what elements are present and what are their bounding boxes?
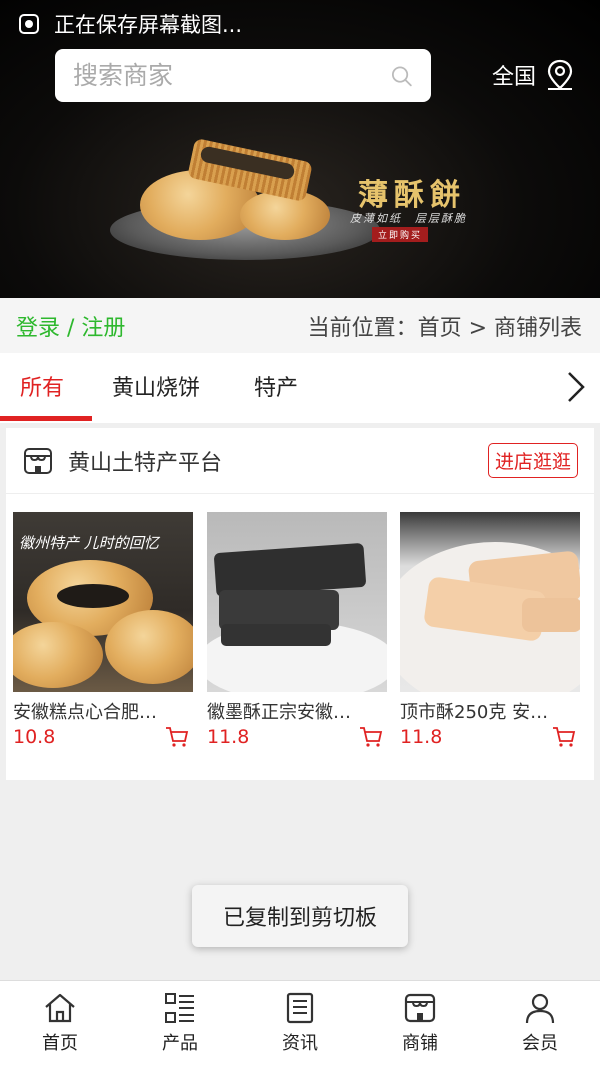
product-cake bbox=[13, 622, 103, 688]
product-item[interactable]: 徽州特产 儿时的回忆 安徽糕点心合肥… 10.8 bbox=[13, 512, 193, 748]
tab-all[interactable]: 所有 bbox=[20, 353, 64, 419]
copied-toast: 已复制到剪切板 bbox=[192, 885, 408, 947]
shop-card: 黄山土特产平台 进店逛逛 徽州特产 儿时的回忆 安徽糕点心合肥… 10.8 徽墨… bbox=[6, 428, 594, 780]
tabbar-products[interactable]: 产品 bbox=[120, 981, 240, 1067]
product-image-caption: 徽州特产 儿时的回忆 bbox=[19, 534, 159, 552]
location-pin-icon bbox=[547, 59, 573, 90]
search-icon[interactable] bbox=[390, 60, 413, 92]
tabbar-label: 产品 bbox=[162, 1033, 198, 1054]
shop-header[interactable]: 黄山土特产平台 进店逛逛 bbox=[6, 428, 594, 494]
user-icon bbox=[525, 993, 555, 1024]
tab-label: 特产 bbox=[254, 376, 299, 401]
cart-icon[interactable] bbox=[165, 726, 189, 748]
tabbar-label: 会员 bbox=[522, 1033, 558, 1054]
search-input[interactable] bbox=[73, 61, 390, 90]
tabbar-member[interactable]: 会员 bbox=[480, 981, 600, 1067]
product-price: 11.8 bbox=[207, 726, 250, 748]
login-register-link[interactable]: 登录 / 注册 bbox=[16, 310, 125, 342]
cart-icon[interactable] bbox=[552, 726, 576, 748]
product-cake-filling bbox=[57, 584, 129, 608]
tab-label: 黄山烧饼 bbox=[112, 376, 201, 401]
tabbar-label: 首页 bbox=[42, 1033, 78, 1054]
tabbar-news[interactable]: 资讯 bbox=[240, 981, 360, 1067]
shop-icon bbox=[404, 993, 436, 1023]
banner-stamp: 立即购买 bbox=[372, 227, 429, 242]
banner-title: 薄酥餅 bbox=[358, 178, 466, 213]
tabbar-label: 商铺 bbox=[402, 1033, 438, 1054]
product-pastry bbox=[522, 598, 580, 632]
product-cake bbox=[105, 610, 193, 684]
tab-label: 所有 bbox=[20, 376, 65, 401]
tabbar-home[interactable]: 首页 bbox=[0, 981, 120, 1067]
product-item[interactable]: 顶市酥250克 安… 11.8 bbox=[400, 512, 580, 748]
product-cake-block bbox=[221, 624, 331, 646]
cart-icon[interactable] bbox=[359, 726, 383, 748]
active-tab-indicator bbox=[0, 416, 92, 421]
breadcrumb-bar: 登录 / 注册 当前位置：首页 > 商铺列表 bbox=[0, 298, 600, 353]
chevron-right-icon[interactable] bbox=[560, 370, 590, 404]
bottom-tab-bar: 首页 产品 资讯 商铺 会员 bbox=[0, 980, 600, 1067]
breadcrumb: 当前位置：首页 > 商铺列表 bbox=[307, 315, 582, 341]
tabbar-shops[interactable]: 商铺 bbox=[360, 981, 480, 1067]
region-selector[interactable]: 全国 bbox=[492, 58, 576, 92]
product-title[interactable]: 徽墨酥正宗安徽… bbox=[207, 698, 387, 724]
search-box[interactable] bbox=[55, 49, 431, 102]
product-title[interactable]: 安徽糕点心合肥… bbox=[13, 698, 193, 724]
product-image[interactable] bbox=[207, 512, 387, 692]
screenshot-icon bbox=[19, 14, 39, 34]
shop-name: 黄山土特产平台 bbox=[68, 450, 223, 476]
banner-subtitle: 皮薄如纸 层层酥脆 bbox=[350, 212, 467, 225]
region-label: 全国 bbox=[492, 65, 537, 90]
home-icon bbox=[45, 993, 75, 1023]
product-price: 11.8 bbox=[400, 726, 443, 748]
product-title[interactable]: 顶市酥250克 安… bbox=[400, 698, 580, 724]
store-icon bbox=[24, 447, 52, 474]
tabbar-label: 资讯 bbox=[282, 1033, 318, 1054]
list-icon bbox=[165, 993, 194, 1023]
product-price: 10.8 bbox=[13, 726, 56, 748]
status-text: 正在保存屏幕截图... bbox=[54, 13, 243, 37]
product-image[interactable] bbox=[400, 512, 580, 692]
category-tabs: 所有 黄山烧饼 特产 bbox=[0, 353, 600, 423]
product-item[interactable]: 徽墨酥正宗安徽… 11.8 bbox=[207, 512, 387, 748]
tab-huangshan-shaobing[interactable]: 黄山烧饼 bbox=[112, 353, 200, 419]
visit-shop-button[interactable]: 进店逛逛 bbox=[487, 443, 578, 478]
news-icon bbox=[286, 992, 314, 1024]
tab-specialty[interactable]: 特产 bbox=[254, 353, 298, 419]
status-bar: 正在保存屏幕截图... bbox=[0, 0, 600, 48]
product-image[interactable]: 徽州特产 儿时的回忆 bbox=[13, 512, 193, 692]
